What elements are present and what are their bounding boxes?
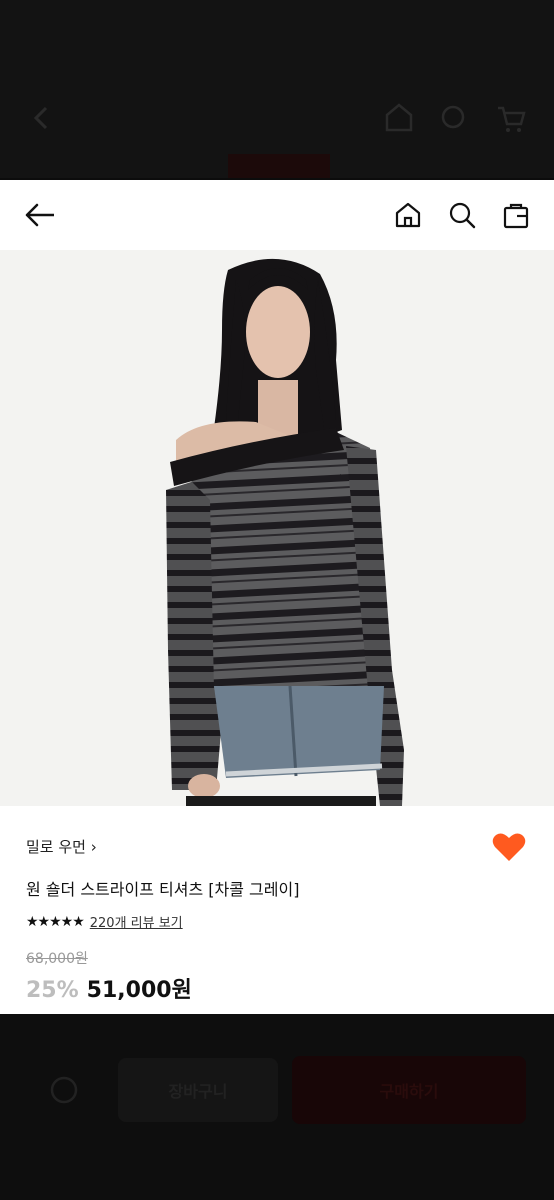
review-link[interactable]: 220개 리뷰 보기 [90, 912, 183, 931]
home-icon [395, 202, 421, 228]
price-row: 25% 51,000원 [26, 972, 192, 1004]
sale-price: 51,000원 [86, 978, 192, 1003]
back-arrow-icon [25, 203, 54, 227]
cart-icon [498, 106, 526, 132]
heart-icon [492, 833, 526, 861]
brand-link[interactable]: 밀로 우먼 › [26, 836, 97, 857]
shopping-bag-icon [503, 203, 529, 229]
back-button[interactable] [24, 200, 54, 230]
product-image[interactable] [0, 250, 554, 806]
background-buy-button: 구매하기 [292, 1056, 526, 1124]
star-rating: ★★★★★ [26, 913, 85, 930]
rating-row: ★★★★★ 220개 리뷰 보기 [26, 912, 183, 932]
top-bar [0, 180, 554, 250]
chevron-left-icon [33, 106, 48, 130]
home-button[interactable] [393, 200, 423, 230]
like-button[interactable] [492, 832, 528, 864]
discount-rate: 25% [26, 978, 79, 1003]
product-preview-card: 밀로 우먼 › 원 숄더 스트라이프 티셔츠 [차콜 그레이] ★★★★★ 22… [0, 180, 554, 1014]
chat-icon [50, 1076, 78, 1104]
background-image-fragment [228, 154, 330, 178]
brand-name: 밀로 우먼 [26, 838, 86, 856]
background-cart-button: 장바구니 [118, 1058, 278, 1122]
model-photo [166, 258, 404, 806]
product-name: 원 숄더 스트라이프 티셔츠 [차콜 그레이] [26, 880, 300, 899]
chevron-right-icon: › [90, 838, 97, 856]
search-icon [449, 202, 476, 229]
background-header [0, 0, 554, 178]
search-button[interactable] [447, 200, 477, 230]
home-icon [385, 103, 413, 132]
shopping-bag-button[interactable] [501, 200, 531, 230]
original-price: 68,000원 [26, 951, 88, 967]
search-icon [441, 105, 465, 129]
